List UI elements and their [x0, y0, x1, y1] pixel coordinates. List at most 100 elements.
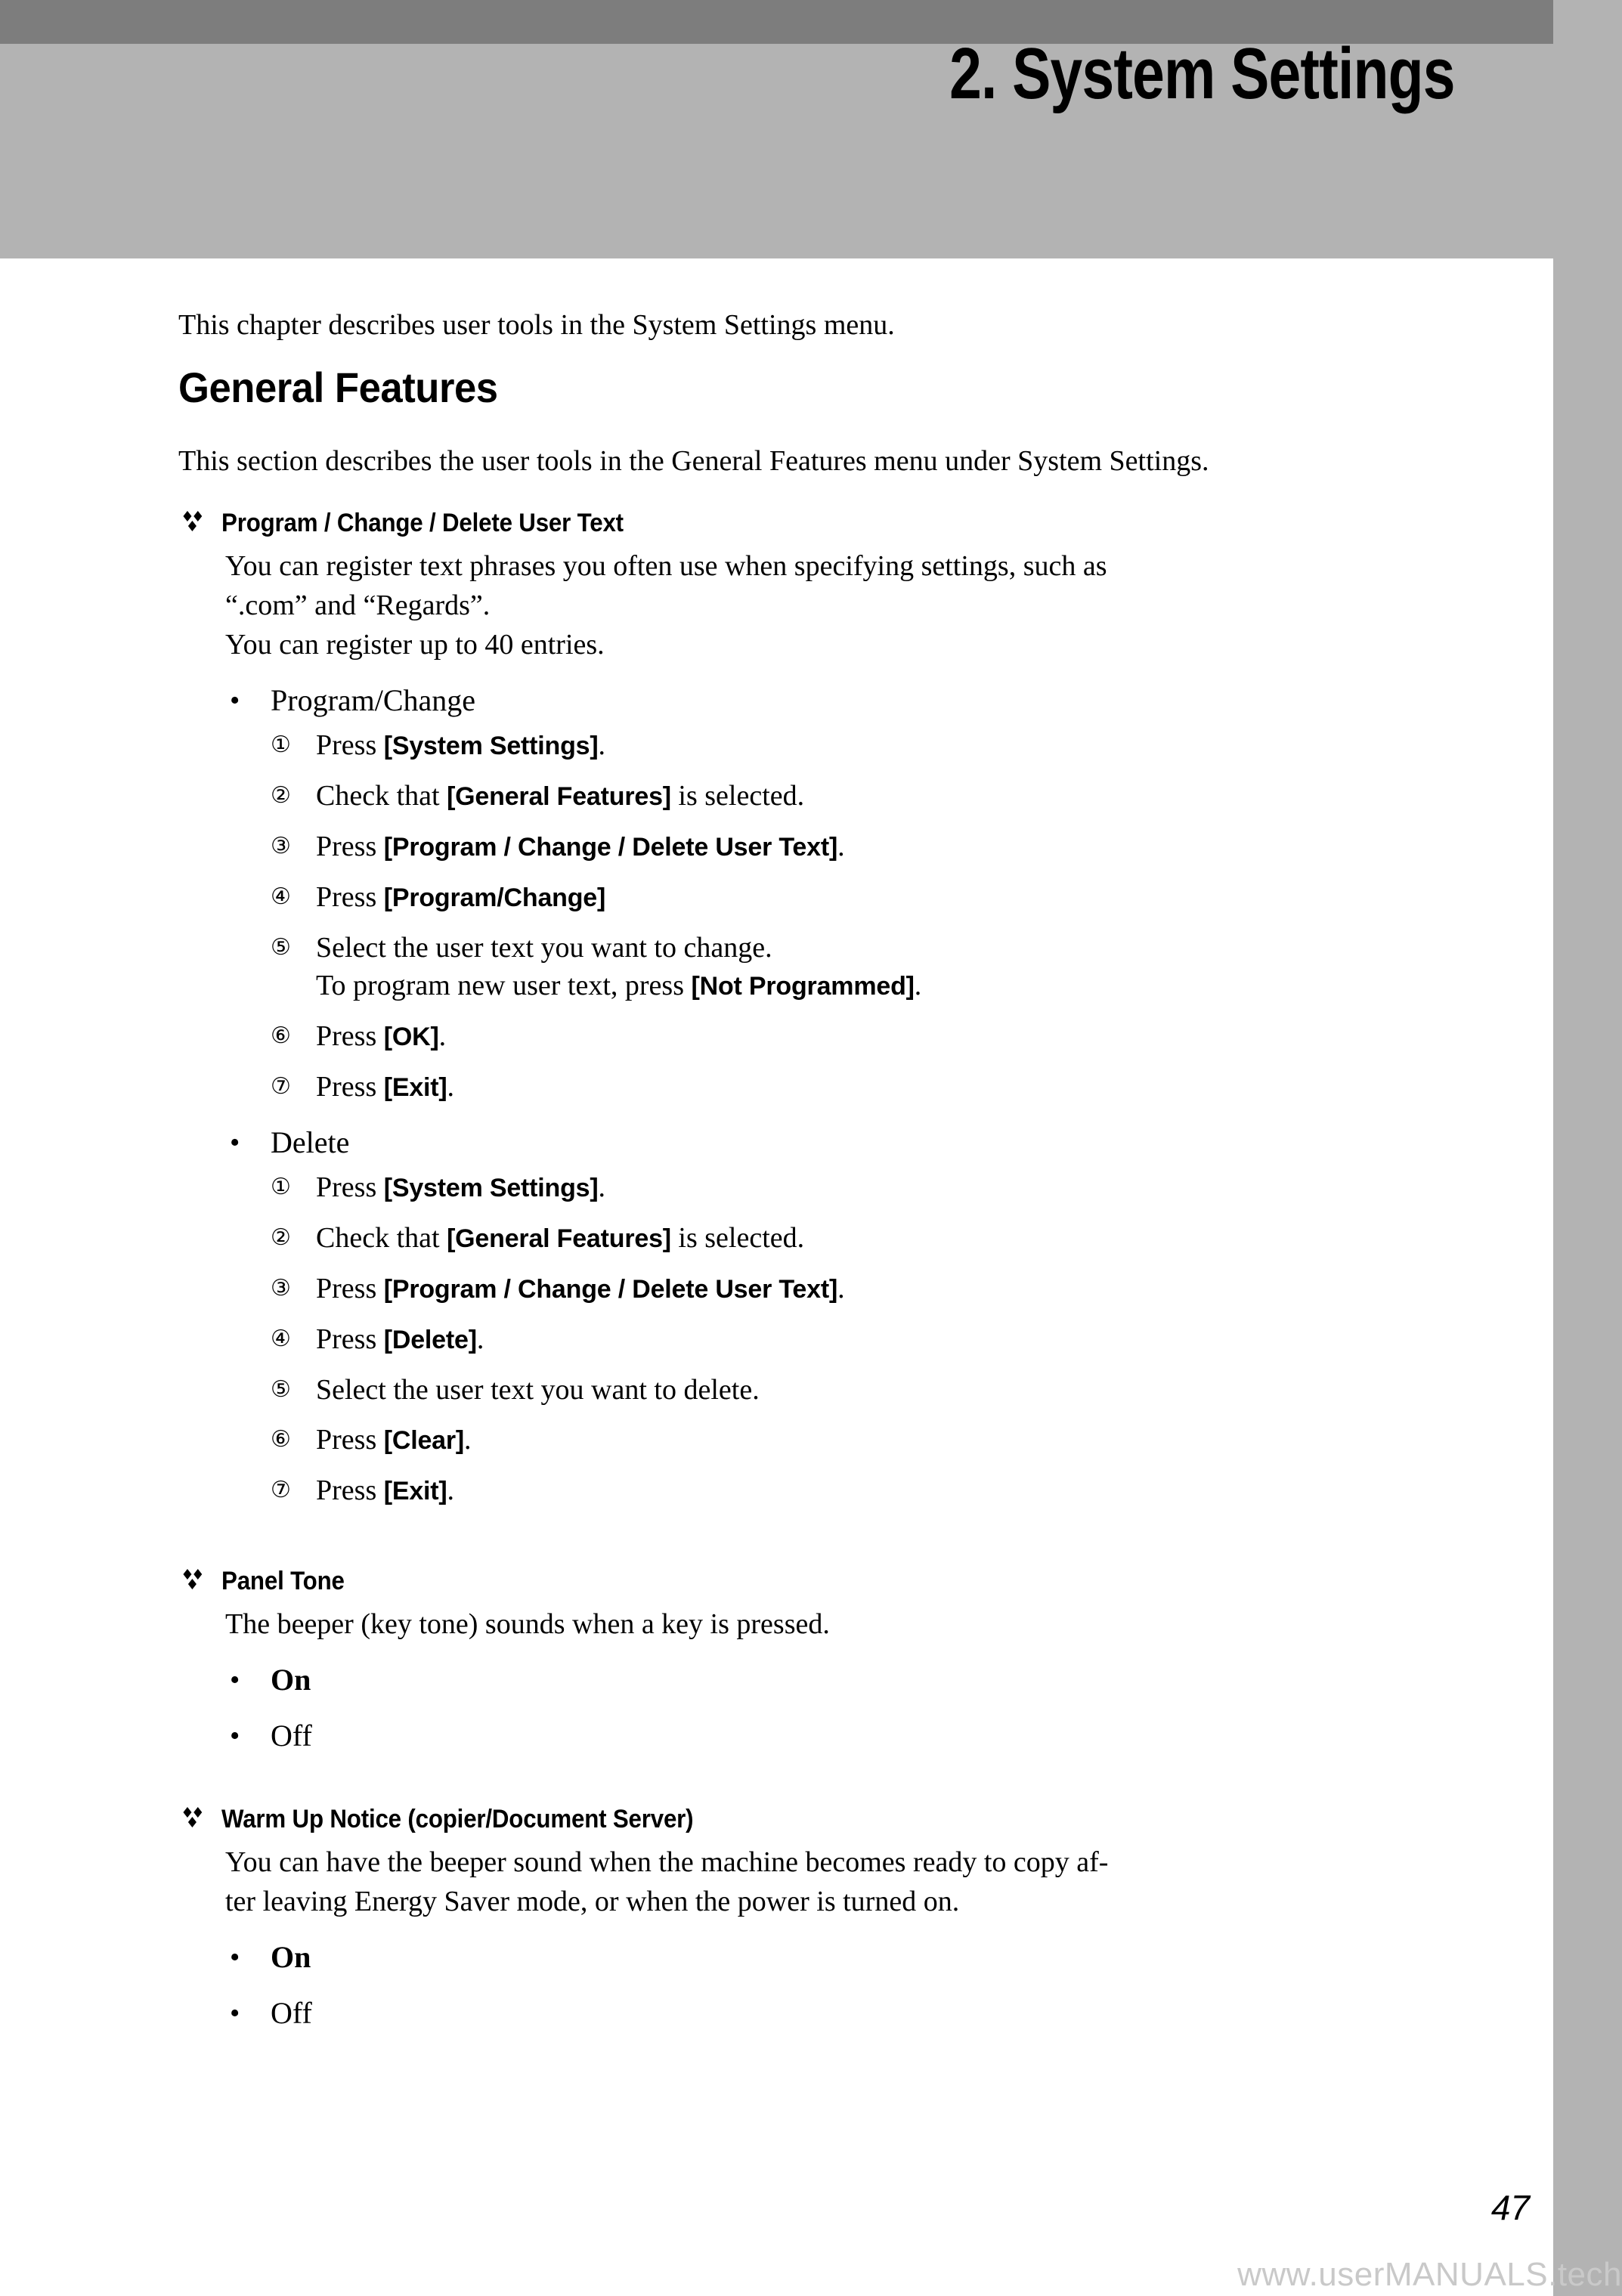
step-item: ② Check that [General Features] is select…	[271, 777, 1463, 815]
step-text-tail: .	[447, 1474, 455, 1506]
step-item: ① Press [System Settings].	[271, 726, 1463, 765]
diamond-bullet-icon	[178, 1804, 209, 1834]
step-text-tail: is selected.	[670, 1222, 805, 1254]
step-text-tail: .	[837, 1273, 845, 1304]
step-key-label: [OK]	[383, 1023, 439, 1051]
option-label: Off	[271, 1996, 312, 2030]
chapter-intro-paragraph: This chapter describes user tools in the…	[178, 309, 895, 341]
round-bullet-icon: •	[230, 1127, 240, 1159]
feature-description-line: You can register text phrases you often …	[225, 550, 1107, 582]
step-subtext-tail: .	[914, 970, 922, 1001]
step-number-icon: ②	[271, 1224, 291, 1251]
feature-description: The beeper (key tone) sounds when a key …	[178, 1604, 1463, 1644]
round-bullet-icon: •	[230, 1997, 240, 2029]
feature-block: Panel Tone The beeper (key tone) sounds …	[178, 1564, 1463, 1756]
step-key-label: [Clear]	[383, 1426, 465, 1455]
option-label: On	[271, 1663, 311, 1697]
round-bullet-icon: •	[230, 1942, 240, 1973]
step-text: Press	[316, 1071, 384, 1103]
list-item: • Program/Change ① Press [System Settings…	[178, 681, 1463, 1106]
step-text: Press	[316, 1020, 384, 1052]
step-number-icon: ②	[271, 782, 291, 809]
step-key-label: [Program / Change / Delete User Text]	[383, 1275, 838, 1304]
step-item: ⑤ Select the user text you want to change…	[271, 929, 1463, 1005]
step-item: ④ Press [Program/Change]	[271, 878, 1463, 917]
option-label: On	[271, 1940, 311, 1974]
step-text: Press	[316, 1171, 384, 1203]
step-number-icon: ③	[271, 1275, 291, 1301]
page-edge-strip	[1553, 0, 1622, 2296]
list-item: • On	[178, 1660, 1463, 1700]
step-item: ⑥ Press [Clear].	[271, 1421, 1463, 1459]
step-text: Press	[316, 1424, 384, 1456]
list-item: • Off	[178, 1716, 1463, 1756]
feature-block: Program / Change / Delete User Text You …	[178, 506, 1463, 1510]
step-number-icon: ①	[271, 732, 291, 758]
step-key-label: [Exit]	[383, 1073, 447, 1102]
list-item: • On	[178, 1938, 1463, 1977]
step-key-label: [System Settings]	[383, 1174, 599, 1202]
step-text: Press	[316, 1474, 384, 1506]
step-key-label: [General Features]	[447, 1224, 671, 1253]
step-text-tail: .	[447, 1071, 455, 1103]
step-text: Check that	[316, 780, 447, 812]
step-item: ⑥ Press [OK].	[271, 1017, 1463, 1056]
page-content: This chapter describes user tools in the…	[178, 305, 1463, 2038]
subitem-label: Program/Change	[271, 683, 476, 717]
step-text-tail: .	[476, 1323, 484, 1355]
feature-heading: Program / Change / Delete User Text	[178, 506, 1360, 540]
step-text: Select the user text you want to delete.	[316, 1374, 760, 1406]
step-item: ⑦ Press [Exit].	[271, 1068, 1463, 1106]
step-number-icon: ③	[271, 833, 291, 859]
chapter-banner: 2. System Settings	[0, 0, 1622, 258]
page-title: General Features	[178, 364, 498, 411]
feature-heading: Warm Up Notice (copier/Document Server)	[178, 1802, 1360, 1836]
feature-heading-label: Program / Change / Delete User Text	[221, 509, 624, 537]
chapter-title: 2. System Settings	[949, 33, 1455, 114]
section-intro-paragraph: This section describes the user tools in…	[178, 445, 1209, 477]
step-item: ④ Press [Delete].	[271, 1320, 1463, 1359]
step-item: ⑦ Press [Exit].	[271, 1471, 1463, 1510]
feature-heading-label: Panel Tone	[221, 1567, 345, 1595]
step-item: ③ Press [Program / Change / Delete User T…	[271, 1270, 1463, 1308]
step-number-icon: ⑥	[271, 1426, 291, 1453]
step-key-label: [Delete]	[383, 1326, 477, 1354]
step-key-label: [Program / Change / Delete User Text]	[383, 833, 838, 862]
list-item: • Off	[178, 1994, 1463, 2033]
subitem-label: Delete	[271, 1125, 350, 1159]
feature-description-line: You can register up to 40 entries.	[225, 629, 605, 661]
feature-heading: Panel Tone	[178, 1564, 1360, 1598]
step-text-tail: .	[438, 1020, 447, 1052]
step-item: ⑤ Select the user text you want to delete…	[271, 1371, 1463, 1409]
step-number-icon: ④	[271, 1326, 291, 1352]
step-item: ① Press [System Settings].	[271, 1168, 1463, 1207]
step-key-label: [Program/Change]	[383, 883, 606, 912]
step-item: ③ Press [Program / Change / Delete User T…	[271, 828, 1463, 866]
step-list: ① Press [System Settings]. ② Check that [G…	[271, 726, 1463, 1106]
step-text-tail: .	[598, 729, 606, 761]
round-bullet-icon: •	[230, 1720, 240, 1752]
round-bullet-icon: •	[230, 1664, 240, 1696]
diamond-bullet-icon	[178, 508, 209, 538]
step-item: ② Check that [General Features] is select…	[271, 1219, 1463, 1258]
step-text: Press	[316, 729, 384, 761]
step-number-icon: ⑦	[271, 1073, 291, 1100]
step-subtext-pre: To program new user text, press	[316, 970, 692, 1001]
step-list: ① Press [System Settings]. ② Check that [G…	[271, 1168, 1463, 1510]
feature-block: Warm Up Notice (copier/Document Server) …	[178, 1802, 1463, 2033]
step-text: Check that	[316, 1222, 447, 1254]
feature-description: You can have the beeper sound when the m…	[178, 1843, 1463, 1921]
round-bullet-icon: •	[230, 685, 240, 716]
step-key-label: [General Features]	[447, 782, 671, 811]
option-label: Off	[271, 1719, 312, 1753]
step-text-tail: is selected.	[670, 780, 805, 812]
feature-description-line: The beeper (key tone) sounds when a key …	[225, 1608, 830, 1640]
step-text: Press	[316, 831, 384, 862]
step-text: Press	[316, 1323, 384, 1355]
step-key-label: [System Settings]	[383, 732, 599, 760]
step-text-tail: .	[837, 831, 845, 862]
step-key-label: [Not Programmed]	[691, 972, 915, 1001]
step-number-icon: ⑤	[271, 1376, 291, 1403]
